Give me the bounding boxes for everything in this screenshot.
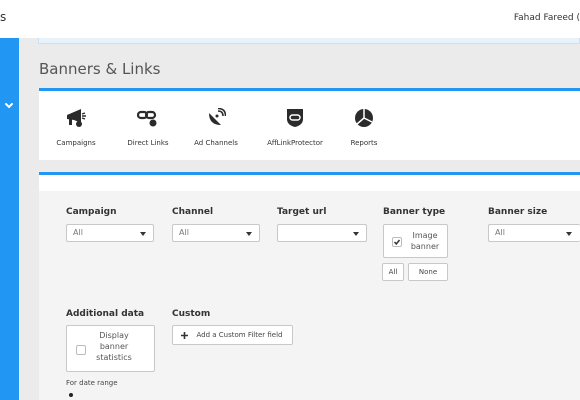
- target-url-select[interactable]: [277, 224, 367, 242]
- display-banner-statistics-label: Display banner statistics: [96, 331, 132, 362]
- banner-type-option[interactable]: Image banner: [383, 224, 448, 258]
- add-custom-filter-label: Add a Custom Filter field: [196, 331, 283, 339]
- image-banner-checkbox[interactable]: [392, 237, 402, 247]
- caret-down-icon: [246, 232, 252, 236]
- nav-item-label: Ad Channels: [194, 139, 238, 147]
- nav-item-label: Direct Links: [127, 139, 169, 147]
- add-custom-filter-button[interactable]: Add a Custom Filter field: [172, 325, 293, 345]
- banner-type-all-button[interactable]: All: [382, 263, 404, 281]
- nav-card: Campaigns Direct Links Ad Channels AffLi…: [39, 88, 580, 160]
- megaphone-icon: [67, 109, 86, 127]
- brand-name[interactable]: s: [0, 10, 6, 24]
- additional-data-label: Additional data: [66, 309, 145, 319]
- campaign-label: Campaign: [66, 207, 117, 217]
- mask-shield-icon: [287, 109, 303, 127]
- date-range-radio[interactable]: [69, 393, 73, 397]
- info-strip: [38, 38, 580, 44]
- sidebar: [0, 38, 19, 400]
- nav-item-label: Campaigns: [56, 139, 96, 147]
- checkmark-icon: [393, 239, 401, 246]
- chevron-down-icon[interactable]: [4, 101, 14, 111]
- user-menu[interactable]: Fahad Fareed (: [514, 13, 580, 23]
- date-range-label: For date range: [66, 379, 118, 387]
- caret-down-icon: [140, 232, 146, 236]
- campaign-select-value: All: [73, 228, 83, 237]
- banner-type-none-button[interactable]: None: [408, 263, 448, 281]
- nav-item-label: AffLinkProtector: [267, 139, 323, 147]
- filter-card-header: [39, 175, 580, 191]
- caret-down-icon: [566, 232, 572, 236]
- page-title: Banners & Links: [39, 60, 161, 78]
- target-url-label: Target url: [277, 207, 327, 217]
- channel-select-value: All: [179, 228, 189, 237]
- link-icon: [137, 110, 157, 127]
- display-banner-statistics-option[interactable]: Display banner statistics: [66, 325, 155, 372]
- nav-item-reports[interactable]: Reports: [341, 91, 387, 160]
- nav-item-afflinkprotector[interactable]: AffLinkProtector: [261, 91, 329, 160]
- satellite-dish-icon: [209, 108, 226, 125]
- banner-size-label: Banner size: [488, 207, 548, 217]
- nav-item-ad-channels[interactable]: Ad Channels: [191, 91, 241, 160]
- custom-label: Custom: [172, 309, 211, 319]
- display-banner-statistics-checkbox[interactable]: [76, 345, 86, 355]
- top-bar: s Fahad Fareed (: [0, 0, 580, 38]
- banner-size-select[interactable]: All: [488, 224, 580, 242]
- caret-down-icon: [353, 232, 359, 236]
- nav-item-label: Reports: [350, 139, 378, 147]
- nav-item-campaigns[interactable]: Campaigns: [51, 91, 101, 160]
- channel-select[interactable]: All: [172, 224, 260, 242]
- banner-size-select-value: All: [495, 228, 505, 237]
- plus-icon: [181, 332, 188, 339]
- banner-type-label: Banner type: [383, 207, 446, 217]
- image-banner-label: Image banner: [410, 231, 440, 251]
- channel-label: Channel: [172, 207, 214, 217]
- campaign-select[interactable]: All: [66, 224, 154, 242]
- pie-chart-icon: [355, 109, 373, 127]
- filter-card: Campaign All Channel All Target url Bann…: [39, 172, 580, 400]
- nav-item-direct-links[interactable]: Direct Links: [119, 91, 177, 160]
